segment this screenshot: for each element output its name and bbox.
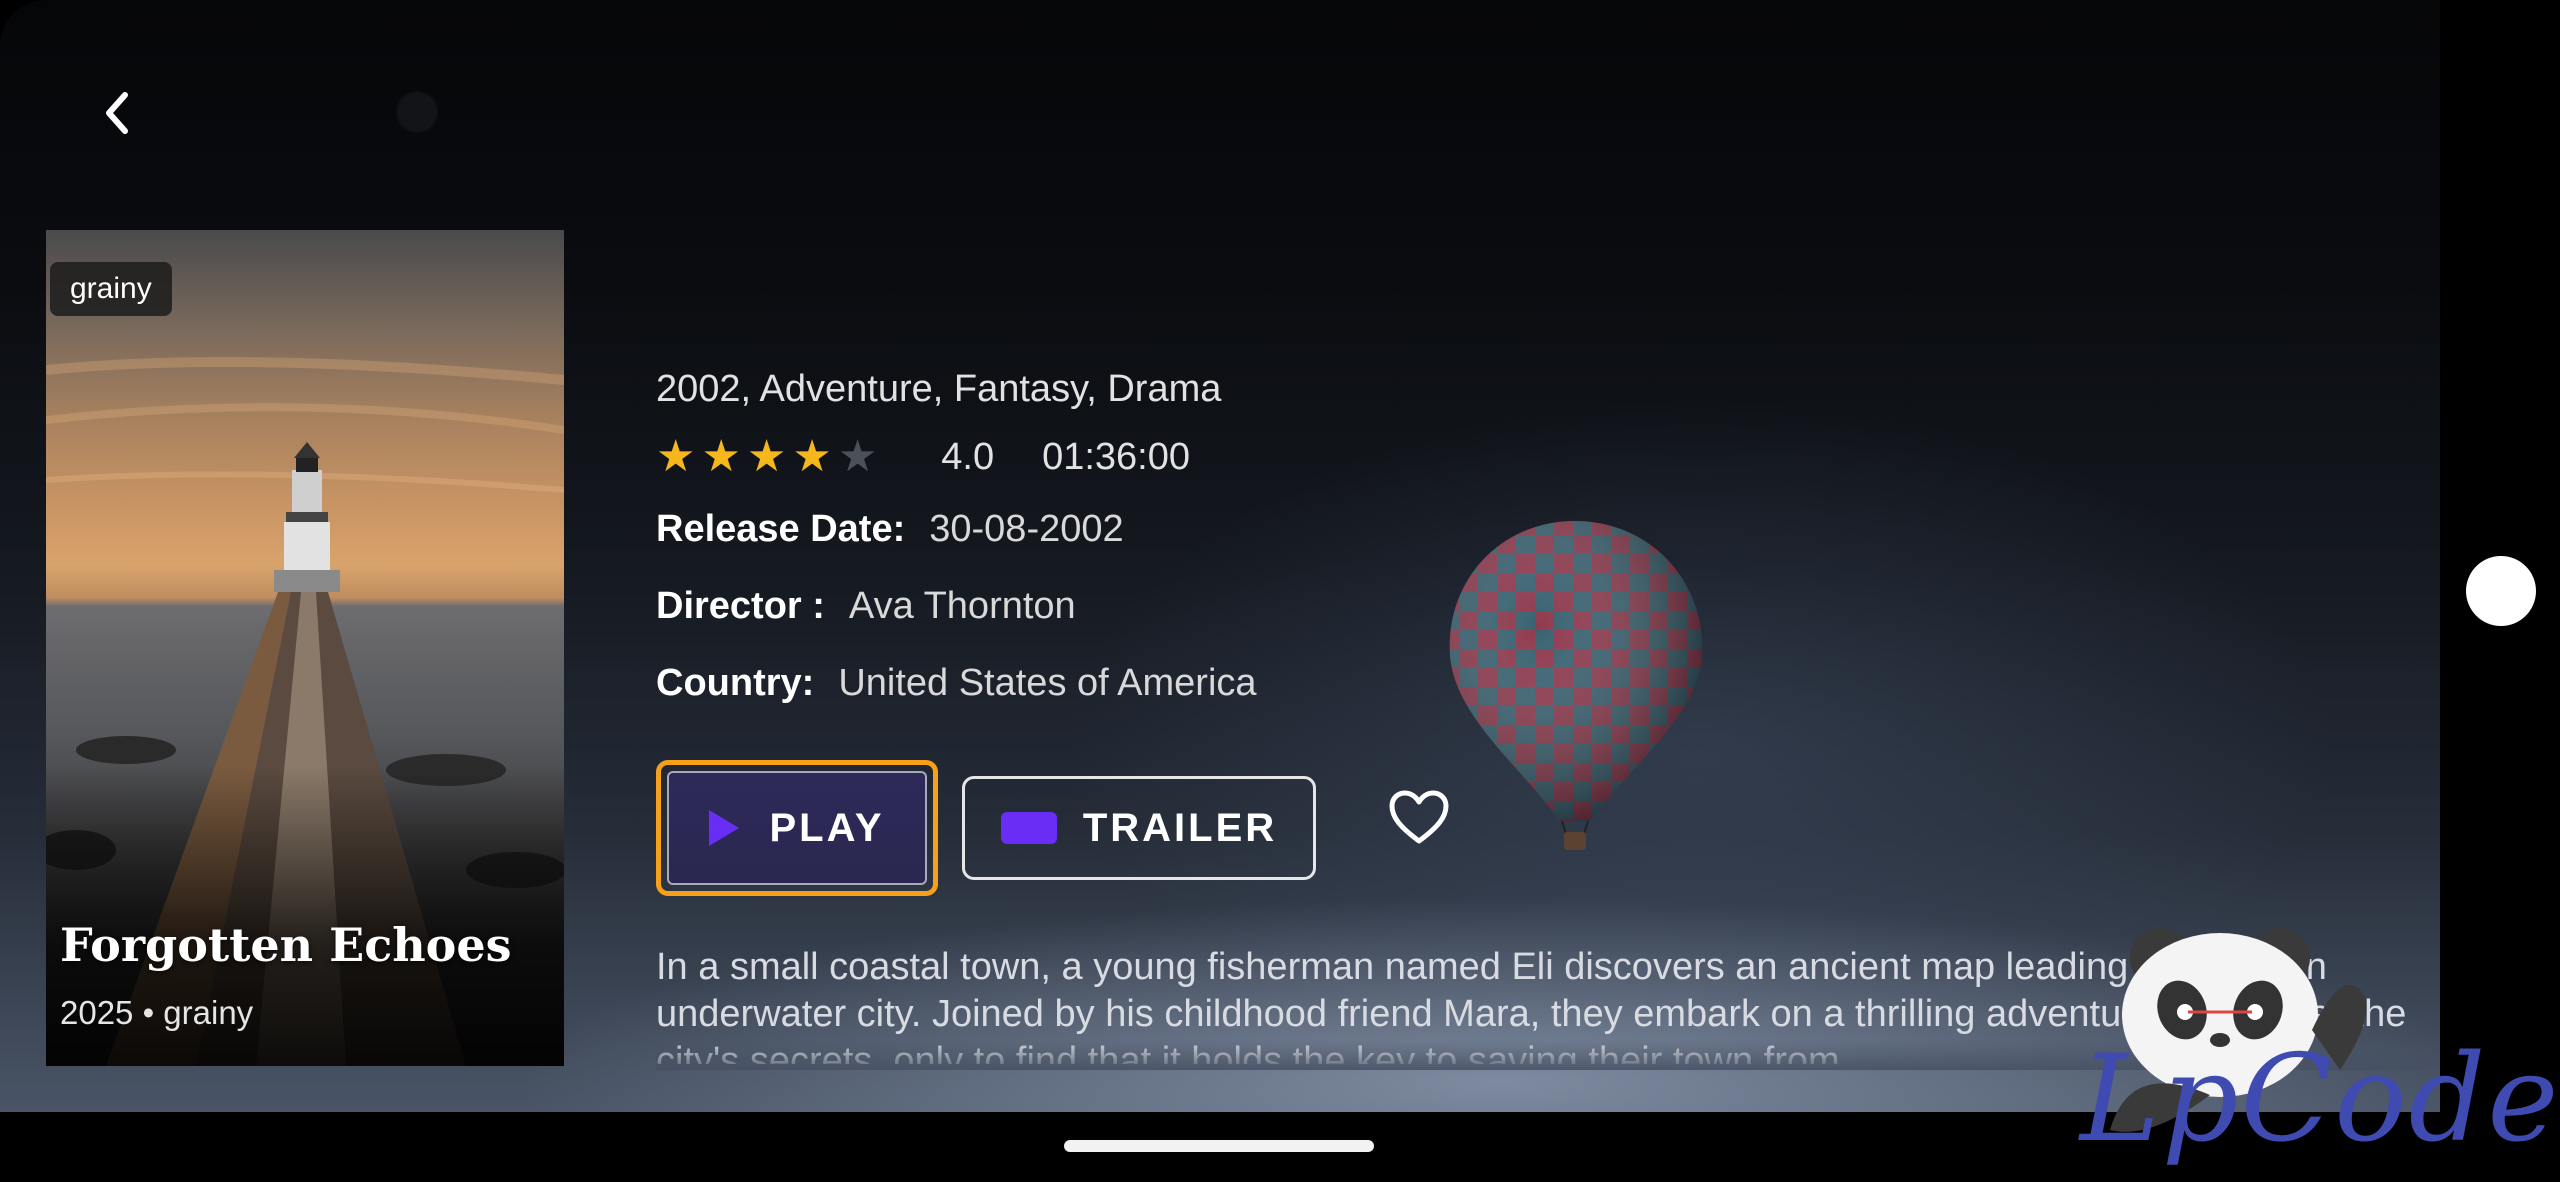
director-row: Director : Ava Thornton <box>656 585 1076 628</box>
director-label: Director : <box>656 585 825 627</box>
heart-outline-icon <box>1389 790 1449 844</box>
play-button[interactable]: PLAY <box>656 760 938 896</box>
home-indicator[interactable] <box>1064 1140 1374 1152</box>
rating-row: ★ ★ ★ ★ ★ 4.0 01:36:00 <box>656 432 1190 482</box>
star-empty-icon: ★ <box>837 432 878 481</box>
star-icon: ★ <box>792 432 832 481</box>
release-date-row: Release Date: 30-08-2002 <box>656 508 1124 551</box>
trailer-button[interactable]: TRAILER <box>962 776 1316 880</box>
floating-assist-button[interactable] <box>2466 556 2536 626</box>
trailer-label: TRAILER <box>1082 805 1278 850</box>
release-date-label: Release Date: <box>656 508 906 550</box>
country-value: United States of America <box>838 662 1257 704</box>
hot-air-balloon-image <box>1449 521 1703 850</box>
release-date-value: 30-08-2002 <box>929 508 1124 550</box>
rating-value: 4.0 <box>941 435 995 478</box>
watermark-text: LpCodes <box>2080 1030 2560 1169</box>
duration: 01:36:00 <box>1042 435 1191 478</box>
genres-text: 2002, Adventure, Fantasy, Drama <box>656 368 1222 410</box>
play-button-inner: PLAY <box>667 771 927 885</box>
back-button[interactable] <box>88 82 144 144</box>
poster-title: Forgotten Echoes <box>60 918 512 972</box>
video-icon <box>1000 812 1057 844</box>
star-icon: ★ <box>656 432 696 481</box>
movie-poster[interactable]: grainy Forgotten Echoes 2025 • grainy <box>46 230 564 1066</box>
favorite-button[interactable] <box>1386 786 1452 848</box>
play-label: PLAY <box>769 805 885 850</box>
star-icon: ★ <box>701 432 741 481</box>
chevron-left-icon <box>106 92 128 134</box>
device-frame: grainy Forgotten Echoes 2025 • grainy 20… <box>0 0 2560 1182</box>
poster-badge: grainy <box>50 262 172 316</box>
star-rating: ★ ★ ★ ★ ★ <box>656 435 877 479</box>
star-icon: ★ <box>746 432 787 481</box>
play-icon <box>709 810 740 846</box>
movie-detail-screen: grainy Forgotten Echoes 2025 • grainy 20… <box>0 0 2440 1112</box>
country-row: Country: United States of America <box>656 662 1257 705</box>
country-label: Country: <box>656 662 815 704</box>
director-value: Ava Thornton <box>848 585 1076 627</box>
poster-meta: 2025 • grainy <box>60 994 254 1031</box>
camera-dot <box>397 92 437 132</box>
